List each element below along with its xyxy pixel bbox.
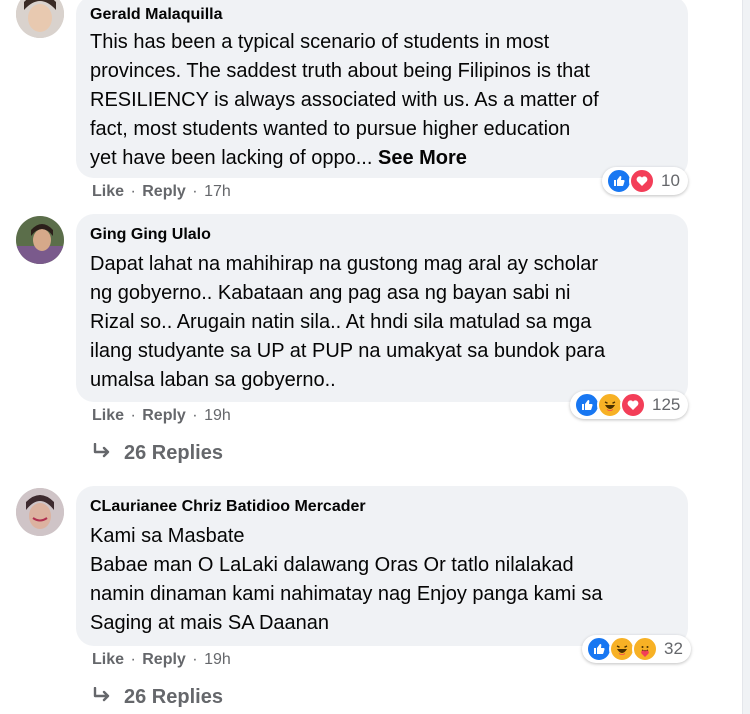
comment-author[interactable]: Gerald Malaquilla (90, 5, 674, 25)
like-button[interactable]: Like (92, 183, 124, 200)
reply-arrow-icon (92, 442, 112, 465)
avatar[interactable] (16, 216, 64, 264)
comment-text: Dapat lahat na mahihirap na gustong mag … (90, 253, 606, 391)
reaction-summary[interactable]: 10 (602, 167, 688, 195)
comment-text: This has been a typical scenario of stud… (90, 31, 599, 169)
replies-count[interactable]: 26 Replies (124, 686, 223, 709)
comment-author[interactable]: Ging Ging Ulalo (90, 225, 674, 245)
comment-bubble: Gerald Malaquilla This has been a typica… (76, 0, 688, 178)
view-replies-link[interactable]: 26 Replies (92, 686, 223, 709)
replies-count[interactable]: 26 Replies (124, 442, 223, 465)
comment-author[interactable]: CLaurianee Chriz Batidioo Mercader (90, 497, 674, 517)
care-icon (632, 636, 658, 662)
reaction-count: 10 (661, 171, 680, 190)
comment-actions: Like · Reply · 19h (92, 651, 231, 668)
avatar[interactable] (16, 0, 64, 38)
reaction-summary[interactable]: 125 (570, 391, 689, 419)
reaction-count: 125 (652, 395, 681, 414)
comment-timestamp[interactable]: 19h (204, 407, 231, 424)
comment-timestamp[interactable]: 19h (204, 651, 231, 668)
comment-actions: Like · Reply · 19h (92, 407, 231, 424)
reply-button[interactable]: Reply (142, 183, 186, 200)
reply-button[interactable]: Reply (142, 407, 186, 424)
avatar[interactable] (16, 488, 64, 536)
like-button[interactable]: Like (92, 407, 124, 424)
reaction-count: 32 (664, 639, 683, 658)
comment-actions: Like · Reply · 17h (92, 183, 231, 200)
comment-timestamp[interactable]: 17h (204, 183, 231, 200)
reaction-summary[interactable]: 32 (582, 635, 691, 663)
comment-bubble: CLaurianee Chriz Batidioo Mercader Kami … (76, 486, 688, 646)
reply-arrow-icon (92, 686, 112, 709)
comment-text: Kami sa Masbate Babae man O LaLaki dalaw… (90, 525, 603, 634)
love-icon (620, 392, 646, 418)
scrollbar-track[interactable] (742, 0, 750, 714)
see-more-link[interactable]: See More (378, 147, 467, 169)
like-button[interactable]: Like (92, 651, 124, 668)
reply-button[interactable]: Reply (142, 651, 186, 668)
view-replies-link[interactable]: 26 Replies (92, 442, 223, 465)
love-icon (629, 168, 655, 194)
comment-bubble: Ging Ging Ulalo Dapat lahat na mahihirap… (76, 214, 688, 402)
